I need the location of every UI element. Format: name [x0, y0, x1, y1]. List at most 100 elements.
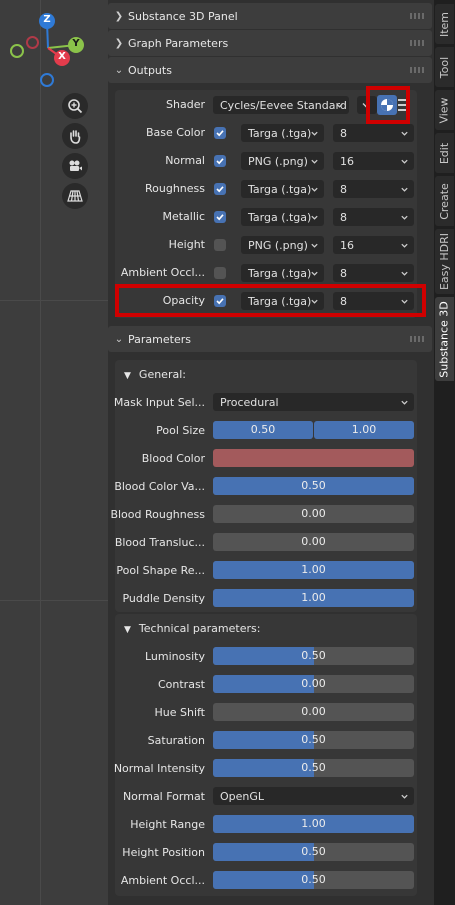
parameter-slider[interactable]: 0.50: [213, 843, 414, 861]
perspective-grid-icon[interactable]: [62, 183, 88, 209]
output-format-dropdown[interactable]: Targa (.tga): [241, 124, 324, 142]
tab-view[interactable]: View: [435, 90, 454, 130]
drag-grip-icon[interactable]: [410, 40, 424, 46]
camera-icon[interactable]: [62, 153, 88, 179]
chevron-down-icon: [401, 187, 408, 192]
panel-title: Parameters: [128, 332, 191, 346]
parameter-slider[interactable]: 1.00: [213, 589, 414, 607]
slider-label: Blood Transluc...: [114, 536, 205, 549]
substance-3d-panel-header[interactable]: ❯ Substance 3D Panel: [108, 3, 432, 29]
parameter-slider[interactable]: 0.00: [213, 703, 414, 721]
blood-color-swatch[interactable]: [213, 449, 414, 467]
output-checkbox[interactable]: [214, 239, 226, 251]
chevron-down-icon: [311, 215, 318, 220]
drag-grip-icon[interactable]: [410, 67, 424, 73]
output-bitdepth-dropdown[interactable]: 8: [333, 264, 414, 282]
panel-title: Outputs: [128, 63, 172, 77]
tab-substance-3d[interactable]: Substance 3D: [435, 297, 454, 381]
tab-item[interactable]: Item: [435, 4, 454, 44]
slider-value: 0.00: [301, 705, 326, 718]
output-format-value: PNG (.png): [248, 154, 308, 168]
output-format-dropdown[interactable]: Targa (.tga): [241, 180, 324, 198]
output-format-dropdown[interactable]: PNG (.png): [241, 236, 324, 254]
neg-x-axis-dot[interactable]: [26, 36, 39, 49]
output-bitdepth-dropdown[interactable]: 16: [333, 236, 414, 254]
mask-input-label: Mask Input Sel...: [113, 396, 205, 409]
general-subpanel-header[interactable]: ▼ General:: [124, 368, 186, 381]
output-bitdepth-dropdown[interactable]: 16: [333, 152, 414, 170]
technical-subpanel-header[interactable]: ▼ Technical parameters:: [124, 622, 260, 635]
slider-label: Hue Shift: [154, 706, 205, 719]
slider-value: 1.00: [301, 563, 326, 576]
tab-label: Create: [438, 182, 451, 220]
outputs-header[interactable]: ⌄ Outputs: [108, 57, 432, 83]
parameter-slider[interactable]: 0.00: [213, 505, 414, 523]
z-axis-label: Z: [43, 14, 51, 25]
tab-create[interactable]: Create: [435, 176, 454, 226]
chevron-down-icon: ⌄: [114, 64, 124, 76]
checkmark-icon: [216, 214, 224, 221]
panel-title: Substance 3D Panel: [128, 9, 238, 23]
output-row-label: Base Color: [145, 126, 205, 139]
output-checkbox[interactable]: [214, 267, 226, 279]
output-format-dropdown[interactable]: Targa (.tga): [241, 264, 324, 282]
output-bitdepth-dropdown[interactable]: 8: [333, 208, 414, 226]
normal-format-dropdown[interactable]: OpenGL: [213, 787, 414, 805]
pool-size-slider-1[interactable]: 0.50: [213, 421, 313, 439]
slider-value: 1.00: [301, 817, 326, 830]
neg-z-axis-dot[interactable]: [40, 73, 54, 87]
highlight-box-opacity-row: [115, 284, 426, 317]
tab-edit[interactable]: Edit: [435, 133, 454, 173]
tab-label: Substance 3D: [438, 300, 452, 378]
triangle-down-icon: ▼: [124, 371, 131, 381]
output-bitdepth-value: 8: [340, 126, 347, 140]
mask-input-dropdown[interactable]: Procedural: [213, 393, 414, 411]
chevron-right-icon: ❯: [114, 10, 124, 22]
checkmark-icon: [216, 158, 224, 165]
tab-easy-hdri[interactable]: Easy HDRI: [435, 229, 454, 294]
graph-parameters-header[interactable]: ❯ Graph Parameters: [108, 30, 432, 56]
zoom-icon[interactable]: [62, 93, 88, 119]
slider-label: Luminosity: [145, 650, 205, 663]
drag-grip-icon[interactable]: [410, 336, 424, 342]
output-bitdepth-value: 16: [340, 238, 354, 252]
output-checkbox[interactable]: [214, 211, 226, 223]
output-row-label: Ambient Occl...: [120, 266, 205, 279]
parameter-slider[interactable]: 0.00: [213, 533, 414, 551]
parameter-slider[interactable]: 0.50: [213, 731, 414, 749]
viewport-3d[interactable]: Z Y X: [0, 0, 108, 905]
slider-label: Blood Color Va...: [114, 480, 205, 493]
parameter-slider[interactable]: 0.50: [213, 759, 414, 777]
tab-label: Edit: [438, 142, 451, 164]
parameter-slider[interactable]: 1.00: [213, 561, 414, 579]
parameter-slider[interactable]: 0.50: [213, 647, 414, 665]
output-checkbox[interactable]: [214, 155, 226, 167]
pool-size-slider-2[interactable]: 1.00: [314, 421, 414, 439]
drag-grip-icon[interactable]: [410, 13, 424, 19]
parameter-slider[interactable]: 0.50: [213, 477, 414, 495]
parameter-slider[interactable]: 0.00: [213, 675, 414, 693]
hand-pan-icon[interactable]: [62, 123, 88, 149]
shader-label: Shader: [166, 98, 205, 111]
slider-value: 0.50: [301, 761, 326, 774]
output-bitdepth-dropdown[interactable]: 8: [333, 180, 414, 198]
neg-y-axis-dot[interactable]: [10, 44, 24, 58]
x-axis-label: X: [58, 51, 66, 62]
parameters-header[interactable]: ⌄ Parameters: [108, 326, 432, 352]
slider-value: 0.00: [301, 677, 326, 690]
parameter-slider[interactable]: 0.50: [213, 871, 414, 889]
output-bitdepth-dropdown[interactable]: 8: [333, 124, 414, 142]
output-bitdepth-value: 16: [340, 154, 354, 168]
tab-tool[interactable]: Tool: [435, 47, 454, 87]
output-format-dropdown[interactable]: PNG (.png): [241, 152, 324, 170]
parameter-slider[interactable]: 1.00: [213, 815, 414, 833]
checkmark-icon: [216, 130, 224, 137]
shader-dropdown[interactable]: Cycles/Eevee Standard: [213, 96, 349, 114]
output-format-dropdown[interactable]: Targa (.tga): [241, 208, 324, 226]
slider-value: 1.00: [351, 423, 377, 436]
slider-value: 0.50: [301, 873, 326, 886]
output-checkbox[interactable]: [214, 127, 226, 139]
slider-label: Normal Intensity: [113, 762, 205, 775]
output-checkbox[interactable]: [214, 183, 226, 195]
normal-format-label: Normal Format: [122, 790, 205, 803]
